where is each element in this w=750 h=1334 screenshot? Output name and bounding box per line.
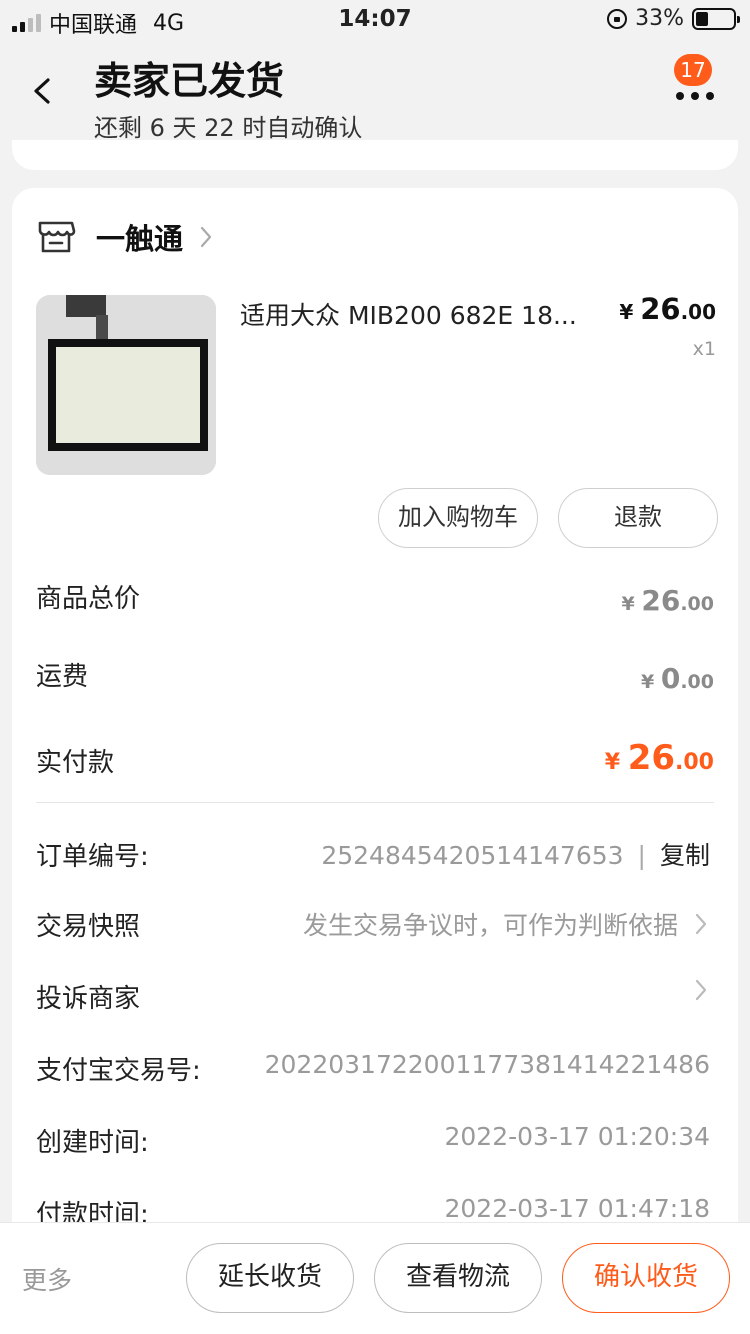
created-time: 2022-03-17 01:20:34	[444, 1122, 710, 1151]
chevron-right-icon	[695, 913, 707, 935]
shop-link[interactable]: 一触通	[36, 216, 213, 258]
battery-percent: 33%	[635, 6, 684, 31]
section-divider	[36, 802, 714, 803]
status-right: 33%	[607, 6, 740, 31]
shipping-symbol: ¥	[640, 671, 655, 693]
chevron-right-icon	[695, 979, 707, 1001]
snapshot-row[interactable]: 发生交易争议时，可作为判断依据	[303, 906, 708, 942]
product-title[interactable]: 适用大众 MIB200 682E 18...	[240, 296, 600, 332]
complain-label[interactable]: 投诉商家	[36, 978, 140, 1015]
shipping-label: 运费	[36, 662, 89, 692]
order-card: 一触通 适用大众 MIB200 682E 18... ¥ 26.00 x1 加入…	[12, 188, 738, 1248]
price-integer: 26	[640, 292, 681, 326]
bottom-action-bar: 更多 延长收货 查看物流 确认收货	[0, 1222, 750, 1334]
page-header: 卖家已发货 还剩 6 天 22 时自动确认 17	[0, 40, 750, 148]
battery-level	[696, 11, 708, 26]
more-actions-button[interactable]: 更多	[22, 1261, 72, 1297]
product-price: ¥ 26.00	[619, 292, 716, 326]
shipping-integer: 0	[660, 662, 681, 695]
back-button[interactable]	[26, 74, 60, 108]
shop-name: 一触通	[96, 222, 184, 256]
shipping-decimal: .00	[680, 671, 714, 693]
product-image[interactable]	[36, 295, 216, 475]
paid-amount-value: ¥ 26.00	[605, 738, 714, 778]
paid-symbol: ¥	[604, 750, 621, 775]
refund-button[interactable]: 退款	[558, 488, 718, 548]
store-icon	[38, 221, 76, 253]
more-dots-icon	[676, 92, 714, 100]
extend-receipt-button[interactable]: 延长收货	[186, 1243, 354, 1313]
product-quantity: x1	[692, 338, 716, 360]
goods-total-integer: 26	[641, 584, 681, 617]
price-symbol: ¥	[619, 300, 634, 324]
goods-total-label: 商品总价	[36, 584, 141, 614]
battery-icon	[692, 7, 740, 30]
order-number-row: 2524845420514147653 | 复制	[321, 836, 710, 872]
paid-integer: 26	[627, 738, 676, 778]
goods-total-decimal: .00	[680, 593, 714, 615]
complain-row[interactable]	[678, 978, 708, 1002]
add-to-cart-button[interactable]: 加入购物车	[378, 488, 538, 548]
snapshot-hint: 发生交易争议时，可作为判断依据	[302, 911, 678, 940]
chevron-left-icon	[34, 78, 50, 104]
touchscreen-panel-image	[36, 295, 216, 475]
goods-total-value: ¥ 26.00	[622, 584, 715, 617]
rotation-lock-icon	[607, 8, 628, 29]
page-title: 卖家已发货	[94, 59, 285, 103]
paid-amount-label: 实付款	[36, 748, 115, 778]
paid-time: 2022-03-17 01:47:18	[444, 1194, 710, 1223]
confirm-receipt-button[interactable]: 确认收货	[562, 1243, 730, 1313]
shipping-value: ¥ 0.00	[641, 662, 714, 695]
order-number-label: 订单编号:	[36, 842, 149, 872]
auto-confirm-countdown: 还剩 6 天 22 时自动确认	[94, 114, 363, 142]
snapshot-label[interactable]: 交易快照	[36, 906, 140, 943]
status-bar: 中国联通 4G 14:07 33%	[0, 0, 750, 40]
paid-decimal: .00	[675, 750, 714, 775]
view-logistics-button[interactable]: 查看物流	[374, 1243, 542, 1313]
order-number: 2524845420514147653	[321, 841, 624, 870]
copy-separator: |	[637, 841, 646, 870]
chevron-right-icon	[200, 226, 212, 248]
previous-card-edge	[12, 140, 738, 170]
created-time-label: 创建时间:	[36, 1128, 149, 1158]
message-badge: 17	[674, 54, 712, 86]
price-decimal: .00	[680, 300, 716, 324]
copy-order-number-button[interactable]: 复制	[660, 841, 710, 870]
goods-total-symbol: ¥	[621, 593, 635, 615]
alipay-trade-label: 支付宝交易号:	[36, 1056, 201, 1086]
alipay-trade-number: 2022031722001177381414221486	[264, 1050, 710, 1079]
